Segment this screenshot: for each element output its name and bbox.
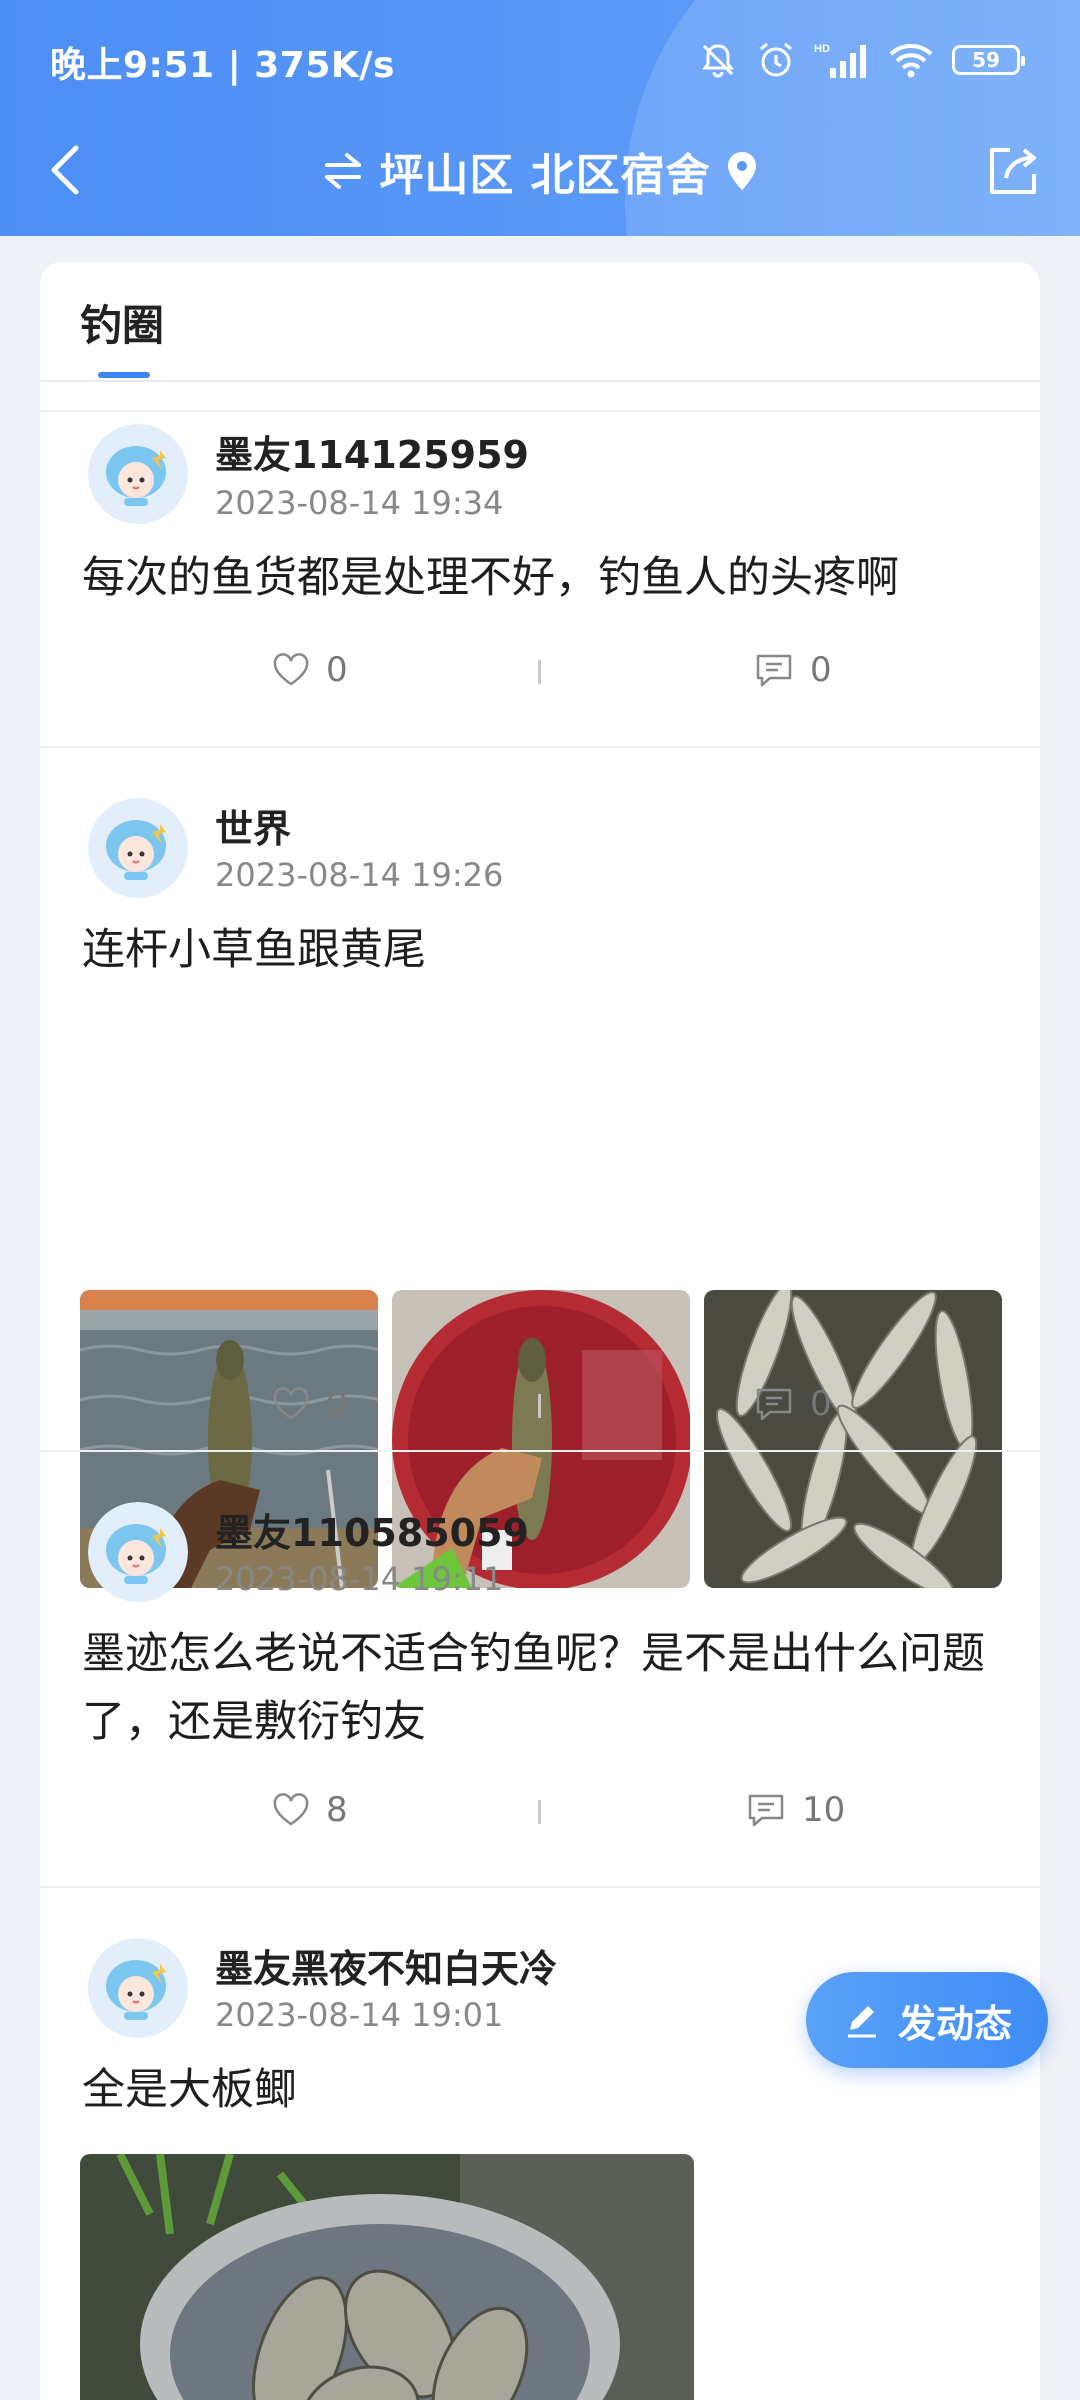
avatar[interactable] — [88, 1502, 188, 1602]
post-item[interactable]: 世界 2023-08-14 19:26 连杆小草鱼跟黄尾 0 0 — [40, 746, 1040, 1588]
swap-icon — [325, 153, 362, 189]
location-title: 坪山区 北区宿舍 — [379, 150, 711, 201]
action-divider — [538, 660, 541, 684]
nav-bar: 坪山区 北区宿舍 — [0, 120, 1080, 230]
comment-count: 0 — [810, 1384, 832, 1424]
action-divider — [538, 1394, 541, 1418]
post-time: 2023-08-14 19:01 — [215, 1996, 504, 2034]
post-text: 连杆小草鱼跟黄尾 — [82, 925, 426, 975]
comment-count: 0 — [810, 650, 832, 690]
status-bar: 晚上9:51 | 375K/s HD 59 — [0, 0, 1080, 120]
comment-icon — [748, 1794, 784, 1827]
mute-bell-icon — [702, 44, 734, 78]
post-item[interactable]: 墨友黑夜不知白天冷 2023-08-14 19:01 全是大板鲫 — [40, 1886, 1040, 2400]
post-text: 墨迹怎么老说不适合钓鱼呢？是不是出什么问题了，还是敷衍钓友 — [82, 1629, 985, 1747]
comment-button[interactable]: 10 — [746, 1790, 845, 1830]
photo-fish-in-basin — [80, 2154, 694, 2400]
post-item[interactable]: 墨友114125959 2023-08-14 19:34 每次的鱼货都是处理不好… — [40, 410, 1040, 750]
wifi-icon — [889, 44, 933, 78]
comment-icon — [756, 654, 792, 687]
post-username[interactable]: 墨友黑夜不知白天冷 — [215, 1938, 557, 1993]
post-text: 每次的鱼货都是处理不好，钓鱼人的头疼啊 — [82, 553, 899, 603]
like-count: 0 — [326, 1384, 348, 1424]
app-header: 晚上9:51 | 375K/s HD 59 坪山区 北区宿舍 — [0, 0, 1080, 236]
tab-fishing-circle[interactable]: 钓圈 — [80, 292, 164, 353]
like-count: 0 — [326, 650, 348, 690]
tab-indicator — [98, 372, 150, 378]
post-actions: 8 10 — [40, 1782, 1040, 1842]
comment-count: 10 — [802, 1790, 846, 1830]
post-actions: 0 0 — [40, 1376, 1040, 1436]
feed-card: 钓圈 墨友114125959 2023-08-14 19:34 每次的鱼货都是处… — [40, 262, 1040, 2400]
like-button[interactable]: 8 — [272, 1790, 348, 1830]
post-username[interactable]: 墨友110585059 — [215, 1502, 529, 1557]
status-time-speed: 晚上9:51 | 375K/s — [50, 45, 395, 86]
location-pin-icon — [727, 152, 756, 190]
location-selector[interactable]: 坪山区 北区宿舍 — [0, 136, 1080, 206]
post-time: 2023-08-14 19:11 — [215, 1560, 504, 1598]
like-count: 8 — [326, 1790, 348, 1830]
like-button[interactable]: 0 — [272, 650, 348, 690]
heart-icon — [273, 653, 309, 686]
avatar[interactable] — [88, 424, 188, 524]
heart-icon — [273, 1387, 309, 1420]
avatar[interactable] — [88, 1938, 188, 2038]
signal-icon: HD — [814, 43, 866, 78]
post-actions: 0 0 — [40, 642, 1040, 702]
post-time: 2023-08-14 19:34 — [215, 484, 504, 522]
action-divider — [538, 1800, 541, 1824]
avatar[interactable] — [88, 798, 188, 898]
alarm-icon — [760, 42, 792, 77]
comment-button[interactable]: 0 — [754, 1384, 832, 1424]
heart-icon — [273, 1793, 309, 1826]
post-item[interactable]: 墨友110585059 2023-08-14 19:11 墨迹怎么老说不适合钓鱼… — [40, 1450, 1040, 1890]
post-image-1[interactable] — [80, 2154, 694, 2400]
post-username[interactable]: 墨友114125959 — [215, 424, 529, 479]
pen-icon — [847, 2006, 876, 2038]
status-icons: HD 59 — [698, 38, 1025, 82]
comment-icon — [756, 1388, 792, 1421]
post-dynamic-label: 发动态 — [897, 2001, 1012, 2046]
post-username[interactable]: 世界 — [215, 798, 291, 853]
battery-level: 59 — [972, 48, 1000, 72]
share-icon[interactable] — [982, 140, 1044, 202]
tab-bar: 钓圈 — [40, 262, 1040, 382]
battery-icon: 59 — [952, 45, 1025, 75]
svg-text:HD: HD — [814, 43, 830, 55]
post-time: 2023-08-14 19:26 — [215, 856, 504, 894]
comment-button[interactable]: 0 — [754, 650, 832, 690]
post-dynamic-button[interactable]: 发动态 — [806, 1972, 1048, 2068]
like-button[interactable]: 0 — [272, 1384, 348, 1424]
